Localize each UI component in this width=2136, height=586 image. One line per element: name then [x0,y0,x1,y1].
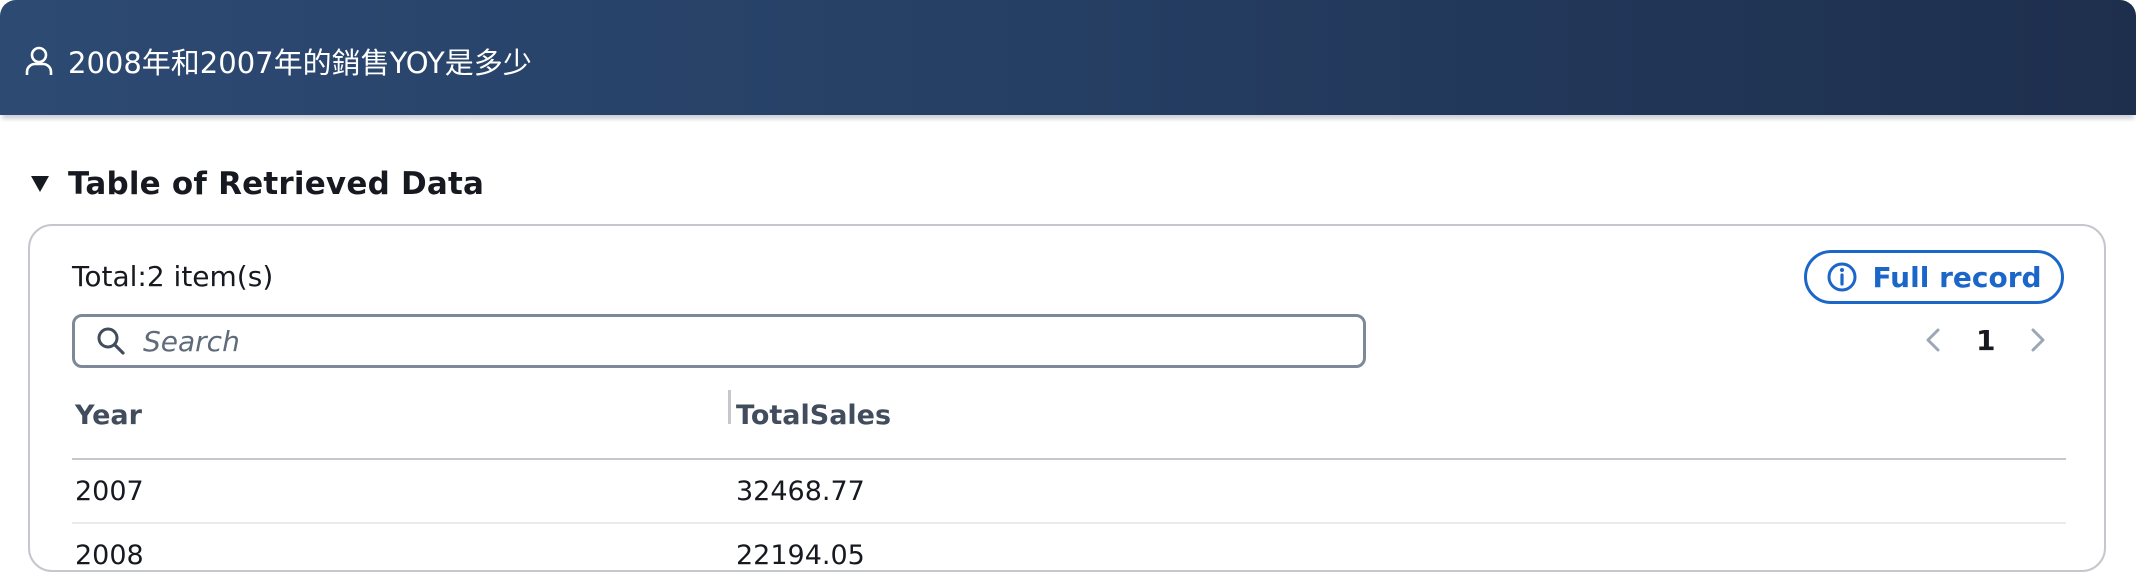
table-cell-totalsales: 22194.05 [736,540,865,571]
table-cell-year: 2008 [75,540,144,571]
section-title: Table of Retrieved Data [68,166,485,202]
question-text: 2008年和2007年的銷售YOY是多少 [68,46,532,80]
table-row: 2008 22194.05 [72,524,2066,586]
full-record-button[interactable]: Full record [1804,250,2064,304]
column-resize-handle[interactable] [728,390,731,424]
search-input[interactable] [141,323,1245,359]
total-items-count: Total:2 item(s) [72,260,274,293]
table-cell-totalsales: 32468.77 [736,476,865,507]
chevron-right-icon[interactable] [2025,324,2051,356]
user-icon [25,46,53,75]
info-icon [1827,262,1857,292]
table-row: 2007 32468.77 [72,460,2066,524]
column-header-totalsales[interactable]: TotalSales [736,400,891,431]
table-header: Year TotalSales [72,386,2066,460]
column-header-year[interactable]: Year [75,400,142,431]
chevron-left-icon[interactable] [1920,324,1946,356]
page-number-current[interactable]: 1 [1976,324,1995,357]
table-cell-year: 2007 [75,476,144,507]
full-record-label: Full record [1872,260,2042,294]
pagination: 1 [1920,318,2051,362]
question-header: 2008年和2007年的銷售YOY是多少 [0,0,2136,115]
triangle-down-icon [31,176,49,192]
search-box[interactable] [72,314,1366,368]
retrieved-data-panel: Total:2 item(s) Full record 1 Year Total… [28,224,2106,572]
question-header-content: 2008年和2007年的銷售YOY是多少 [22,40,532,82]
data-table: Year TotalSales 2007 32468.77 2008 22194… [72,386,2066,586]
search-icon [97,327,125,355]
retrieved-data-section-toggle[interactable]: Table of Retrieved Data [30,166,484,202]
